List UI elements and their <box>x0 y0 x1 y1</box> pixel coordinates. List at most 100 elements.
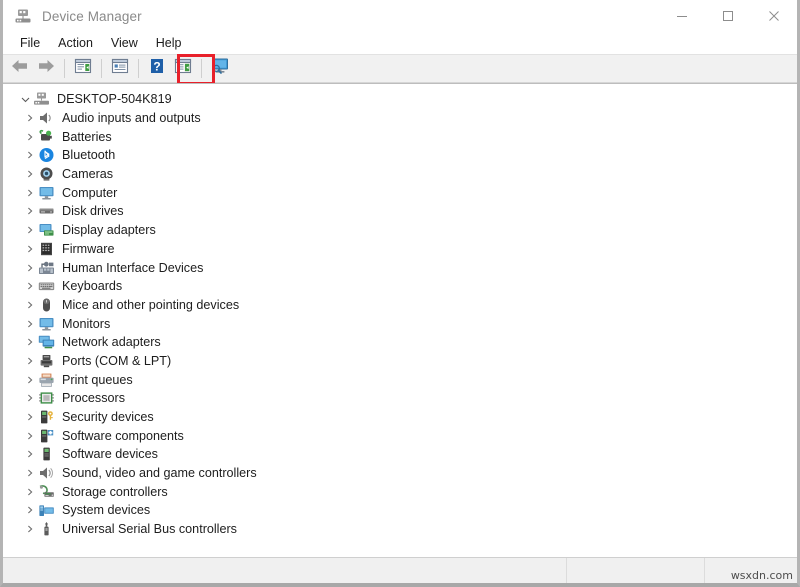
tree-item[interactable]: Sound, video and game controllers <box>3 464 797 483</box>
toolbar-separator-2 <box>101 59 102 78</box>
device-manager-icon <box>14 7 32 25</box>
chevron-right-icon[interactable] <box>22 525 38 533</box>
site-watermark: wsxdn.com <box>731 569 793 582</box>
menu-bar: File Action View Help <box>3 32 797 54</box>
tree-item-label: Bluetooth <box>62 148 115 162</box>
scan-hardware-changes-icon <box>210 57 230 80</box>
chevron-right-icon[interactable] <box>22 301 38 309</box>
tree-item-label: Software devices <box>62 447 158 461</box>
tree-item[interactable]: Firmware <box>3 240 797 259</box>
chevron-right-icon[interactable] <box>22 376 38 384</box>
chevron-right-icon[interactable] <box>22 413 38 421</box>
chevron-right-icon[interactable] <box>22 170 38 178</box>
tree-item[interactable]: Disk drives <box>3 202 797 221</box>
scan-hardware-changes-button[interactable] <box>207 57 233 81</box>
chevron-right-icon[interactable] <box>22 264 38 272</box>
help-question-icon: ? <box>148 57 166 80</box>
chevron-right-icon[interactable] <box>22 488 38 496</box>
menu-view[interactable]: View <box>102 34 147 52</box>
tree-item[interactable]: Storage controllers <box>3 482 797 501</box>
chevron-right-icon[interactable] <box>22 189 38 197</box>
mouse-icon <box>38 297 55 313</box>
tree-item[interactable]: Human Interface Devices <box>3 258 797 277</box>
tree-item[interactable]: Computer <box>3 183 797 202</box>
tree-item-label: Human Interface Devices <box>62 261 203 275</box>
tree-item[interactable]: Batteries <box>3 127 797 146</box>
chevron-right-icon[interactable] <box>22 207 38 215</box>
show-hidden-devices-button[interactable] <box>170 57 196 81</box>
menu-action[interactable]: Action <box>49 34 102 52</box>
chevron-right-icon[interactable] <box>22 133 38 141</box>
tree-item[interactable]: Software components <box>3 426 797 445</box>
camera-icon <box>38 166 55 182</box>
tree-item[interactable]: Bluetooth <box>3 146 797 165</box>
forward-button[interactable] <box>33 57 59 81</box>
disk-drive-icon <box>38 203 55 219</box>
tree-item-label: System devices <box>62 503 150 517</box>
chevron-right-icon[interactable] <box>22 432 38 440</box>
update-driver-button[interactable] <box>107 57 133 81</box>
firmware-chip-icon <box>38 241 55 257</box>
status-panel-3: wsxdn.com <box>705 558 797 583</box>
tree-item-label: Batteries <box>62 130 112 144</box>
tree-item[interactable]: Processors <box>3 389 797 408</box>
display-adapter-icon <box>38 222 55 238</box>
tree-item[interactable]: Keyboards <box>3 277 797 296</box>
tree-item-label: Network adapters <box>62 335 161 349</box>
close-button[interactable] <box>751 0 797 32</box>
tree-item[interactable]: Display adapters <box>3 221 797 240</box>
chevron-right-icon[interactable] <box>22 245 38 253</box>
chevron-right-icon[interactable] <box>22 320 38 328</box>
printer-icon <box>38 372 55 388</box>
tree-item-label: Keyboards <box>62 279 122 293</box>
keyboard-icon <box>38 278 55 294</box>
tree-item[interactable]: Security devices <box>3 408 797 427</box>
monitor-icon <box>38 185 55 201</box>
minimize-button[interactable] <box>659 0 705 32</box>
tree-item[interactable]: Cameras <box>3 165 797 184</box>
chevron-right-icon[interactable] <box>22 469 38 477</box>
tree-item[interactable]: Network adapters <box>3 333 797 352</box>
software-device-icon <box>38 446 55 462</box>
speaker-icon <box>38 110 55 126</box>
toolbar: ? <box>3 54 797 83</box>
tree-item[interactable]: Monitors <box>3 314 797 333</box>
tree-item[interactable]: Mice and other pointing devices <box>3 296 797 315</box>
status-bar: wsxdn.com <box>3 557 797 583</box>
properties-button[interactable] <box>70 57 96 81</box>
device-tree-pane[interactable]: DESKTOP-504K819 Audio inputs and outputs… <box>3 83 797 557</box>
sound-controller-icon <box>38 465 55 481</box>
tree-item[interactable]: Ports (COM & LPT) <box>3 352 797 371</box>
tree-item-label: Mice and other pointing devices <box>62 298 239 312</box>
chevron-right-icon[interactable] <box>22 450 38 458</box>
tree-item-label: Display adapters <box>62 223 156 237</box>
tree-item-label: Firmware <box>62 242 114 256</box>
tree-item-label: Sound, video and game controllers <box>62 466 257 480</box>
help-button[interactable]: ? <box>144 57 170 81</box>
bluetooth-icon <box>38 147 55 163</box>
chevron-right-icon[interactable] <box>22 338 38 346</box>
tree-root-node[interactable]: DESKTOP-504K819 <box>3 90 797 109</box>
chevron-right-icon[interactable] <box>22 151 38 159</box>
chevron-right-icon[interactable] <box>22 506 38 514</box>
chevron-right-icon[interactable] <box>22 226 38 234</box>
tree-item[interactable]: System devices <box>3 501 797 520</box>
tree-root-label: DESKTOP-504K819 <box>57 92 172 106</box>
monitor-icon <box>38 316 55 332</box>
back-button[interactable] <box>7 57 33 81</box>
chevron-right-icon[interactable] <box>22 114 38 122</box>
status-panel-2 <box>567 558 705 583</box>
back-arrow-icon <box>10 58 30 79</box>
tree-item[interactable]: Audio inputs and outputs <box>3 109 797 128</box>
chevron-down-icon[interactable] <box>17 95 33 104</box>
tree-item-label: Computer <box>62 186 117 200</box>
menu-file[interactable]: File <box>11 34 49 52</box>
tree-item[interactable]: Print queues <box>3 370 797 389</box>
tree-item[interactable]: Universal Serial Bus controllers <box>3 520 797 539</box>
maximize-button[interactable] <box>705 0 751 32</box>
chevron-right-icon[interactable] <box>22 394 38 402</box>
chevron-right-icon[interactable] <box>22 282 38 290</box>
chevron-right-icon[interactable] <box>22 357 38 365</box>
menu-help[interactable]: Help <box>147 34 191 52</box>
tree-item[interactable]: Software devices <box>3 445 797 464</box>
